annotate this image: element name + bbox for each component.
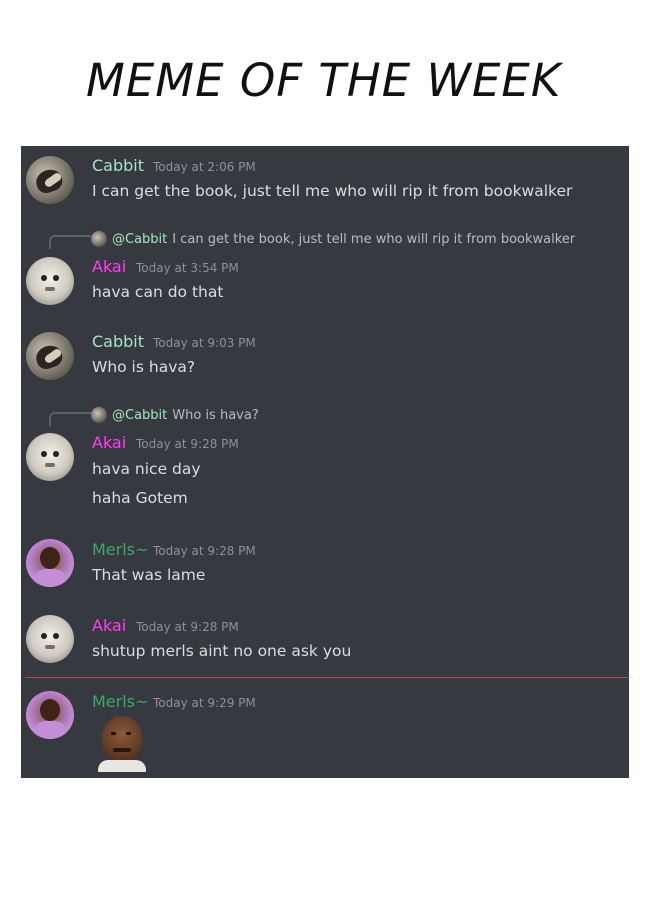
reply-connector <box>49 412 91 426</box>
message-text: I can get the book, just tell me who wil… <box>92 182 573 200</box>
message-text: That was lame <box>92 566 206 584</box>
message-timestamp: Today at 2:06 PM <box>153 160 256 174</box>
author-name[interactable]: Akai <box>92 616 126 635</box>
reply-mention[interactable]: @Cabbit <box>112 408 167 423</box>
reply-preview[interactable]: @Cabbit I can get the book, just tell me… <box>91 231 575 247</box>
reply-mention[interactable]: @Cabbit <box>112 232 167 247</box>
message-timestamp: Today at 9:28 PM <box>153 544 256 558</box>
author-name[interactable]: Cabbit <box>92 332 144 351</box>
avatar[interactable] <box>26 615 74 663</box>
message-timestamp: Today at 9:28 PM <box>136 620 239 634</box>
author-name[interactable]: Akai <box>92 433 126 452</box>
avatar[interactable] <box>26 433 74 481</box>
avatar[interactable] <box>26 332 74 380</box>
message-text: hava nice day <box>92 460 201 478</box>
author-name[interactable]: Cabbit <box>92 156 144 175</box>
message-text: shutup merls aint no one ask you <box>92 642 352 660</box>
message-text: hava can do that <box>92 283 224 301</box>
reply-preview[interactable]: @Cabbit Who is hava? <box>91 407 259 423</box>
avatar[interactable] <box>26 539 74 587</box>
avatar[interactable] <box>26 257 74 305</box>
message-text: haha Gotem <box>92 489 188 507</box>
reply-avatar-icon <box>91 231 107 247</box>
chat-panel: Cabbit Today at 2:06 PM I can get the bo… <box>21 146 629 778</box>
author-name[interactable]: Merls~ <box>92 692 148 711</box>
message-text: Who is hava? <box>92 358 196 376</box>
author-name[interactable]: Akai <box>92 257 126 276</box>
page-title: MEME OF THE WEEK <box>86 54 562 107</box>
avatar[interactable] <box>26 691 74 739</box>
message-timestamp: Today at 3:54 PM <box>136 261 239 275</box>
message-timestamp: Today at 9:03 PM <box>153 336 256 350</box>
reply-connector <box>49 235 91 249</box>
author-name[interactable]: Merls~ <box>92 540 148 559</box>
new-messages-divider <box>25 677 629 678</box>
reply-text: I can get the book, just tell me who wil… <box>172 231 576 247</box>
reply-avatar-icon <box>91 407 107 423</box>
reply-text: Who is hava? <box>172 407 259 423</box>
meme-face-sticker[interactable] <box>98 714 146 772</box>
avatar[interactable] <box>26 156 74 204</box>
message-timestamp: Today at 9:29 PM <box>153 696 256 710</box>
message-timestamp: Today at 9:28 PM <box>136 437 239 451</box>
